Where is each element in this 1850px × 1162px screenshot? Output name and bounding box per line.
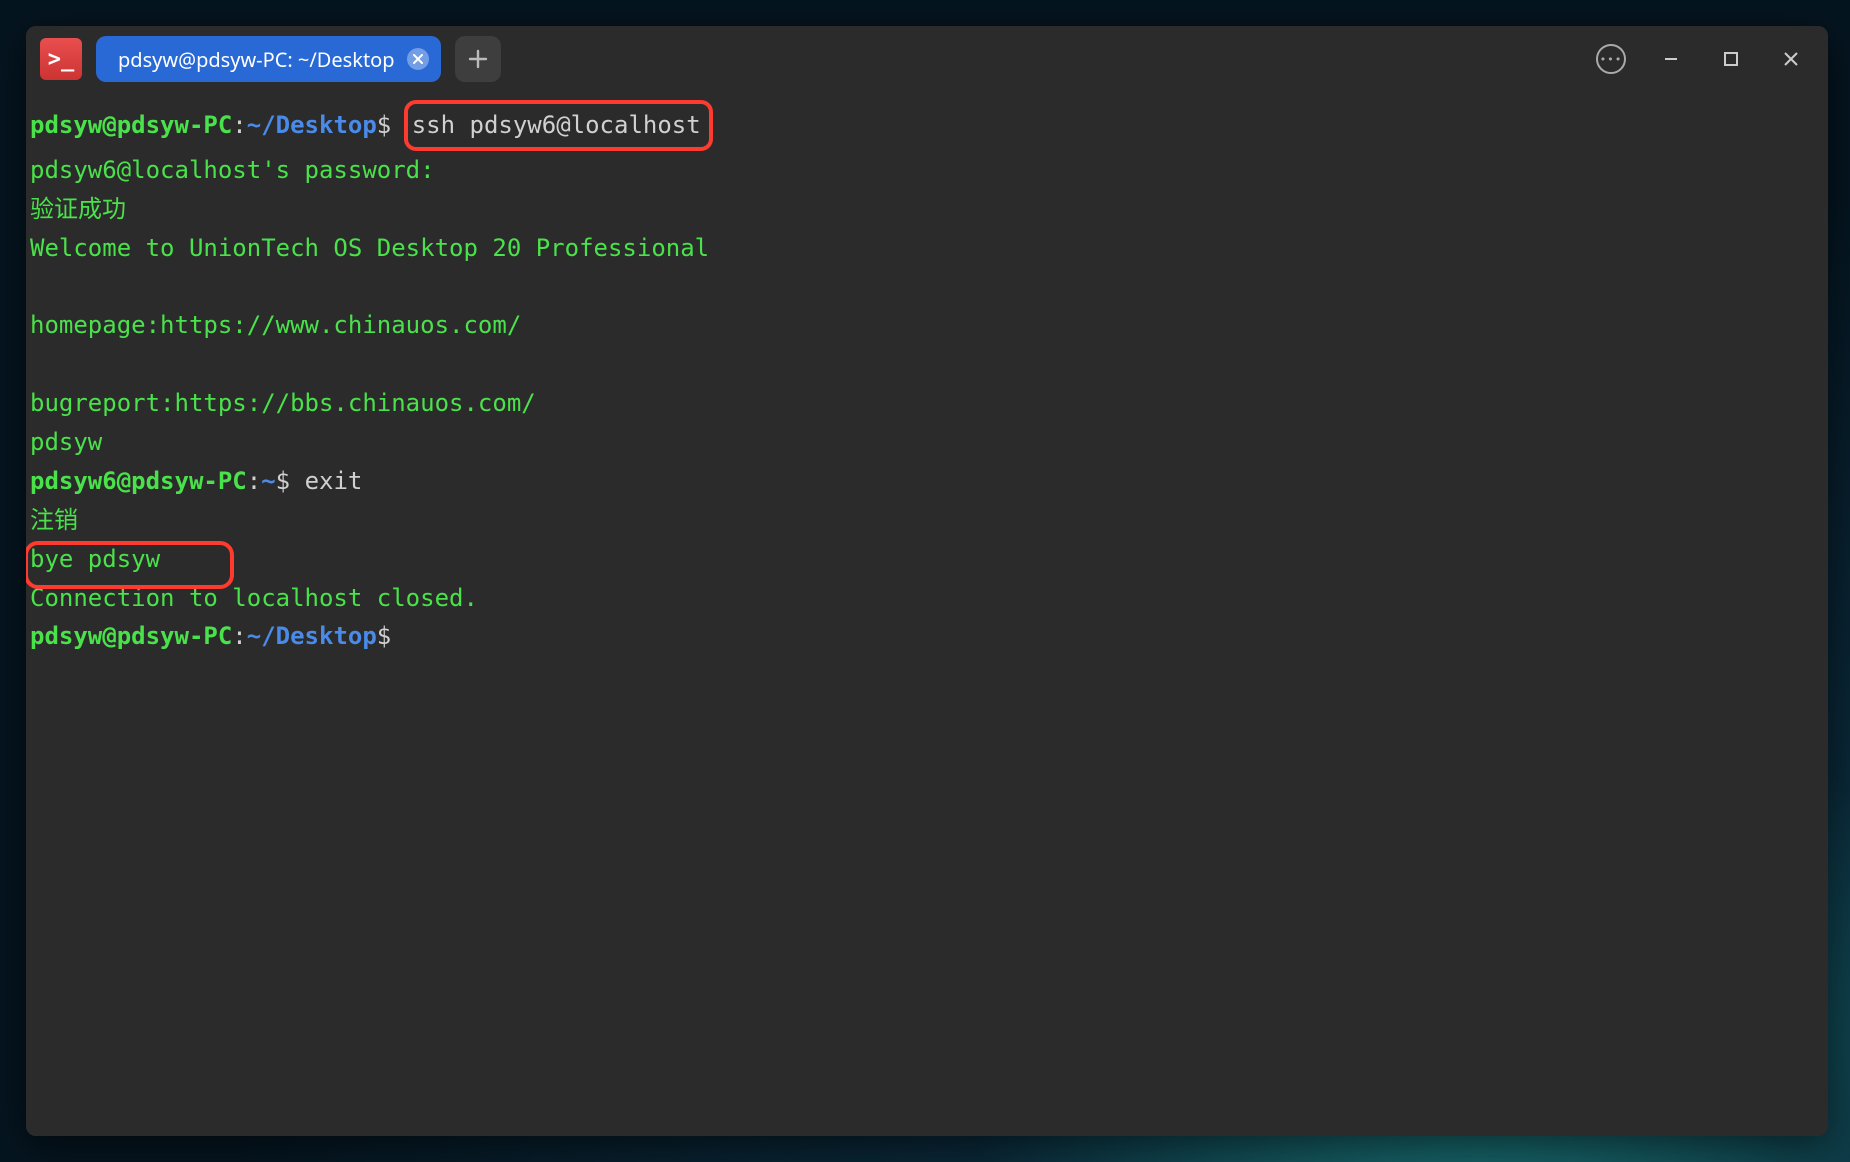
- output-line: Connection to localhost closed.: [30, 584, 478, 612]
- prompt-user: pdsyw@pdsyw-PC: [30, 622, 232, 650]
- terminal-output[interactable]: pdsyw@pdsyw-PC:~/Desktop$ ssh pdsyw6@loc…: [26, 92, 1828, 1136]
- plus-icon: [468, 49, 488, 69]
- output-line: 注销: [30, 506, 78, 534]
- command-text: exit: [305, 467, 363, 495]
- minimize-button[interactable]: [1648, 36, 1694, 82]
- prompt-colon: :: [232, 111, 246, 139]
- output-line: 验证成功: [30, 195, 126, 223]
- command-text: ssh pdsyw6@localhost: [412, 111, 701, 139]
- prompt-dollar: $: [377, 111, 406, 139]
- terminal-window: >_ pdsyw@pdsyw-PC: ~/Desktop ••• pdsyw@p…: [26, 26, 1828, 1136]
- ellipsis-icon: •••: [1596, 44, 1626, 74]
- highlight-ssh-command: ssh pdsyw6@localhost: [404, 100, 713, 151]
- prompt-user: pdsyw6@pdsyw-PC: [30, 467, 247, 495]
- tab-active[interactable]: pdsyw@pdsyw-PC: ~/Desktop: [96, 36, 441, 82]
- output-line: bye pdsyw: [30, 545, 160, 573]
- tab-label: pdsyw@pdsyw-PC: ~/Desktop: [118, 46, 395, 73]
- output-line: bugreport:https://bbs.chinauos.com/: [30, 389, 536, 417]
- close-window-button[interactable]: [1768, 36, 1814, 82]
- prompt-colon: :: [232, 622, 246, 650]
- prompt-colon: :: [247, 467, 261, 495]
- tab-close-button[interactable]: [407, 48, 429, 70]
- titlebar: >_ pdsyw@pdsyw-PC: ~/Desktop •••: [26, 26, 1828, 92]
- output-line: Welcome to UnionTech OS Desktop 20 Profe…: [30, 234, 709, 262]
- output-line: pdsyw6@localhost's password:: [30, 156, 435, 184]
- more-menu-button[interactable]: •••: [1588, 36, 1634, 82]
- close-icon: [1783, 51, 1799, 67]
- prompt-dollar: $: [377, 622, 406, 650]
- output-line: pdsyw: [30, 428, 102, 456]
- prompt-path: ~/Desktop: [247, 111, 377, 139]
- prompt-user: pdsyw@pdsyw-PC: [30, 111, 232, 139]
- prompt-dollar: $: [276, 467, 305, 495]
- terminal-app-icon: >_: [40, 38, 82, 80]
- prompt-path: ~/Desktop: [247, 622, 377, 650]
- new-tab-button[interactable]: [455, 36, 501, 82]
- close-icon: [413, 54, 423, 64]
- output-line-highlighted: bye pdsyw: [30, 545, 160, 573]
- maximize-button[interactable]: [1708, 36, 1754, 82]
- output-line: homepage:https://www.chinauos.com/: [30, 311, 521, 339]
- minimize-icon: [1662, 50, 1680, 68]
- maximize-icon: [1723, 51, 1739, 67]
- prompt-path: ~: [261, 467, 275, 495]
